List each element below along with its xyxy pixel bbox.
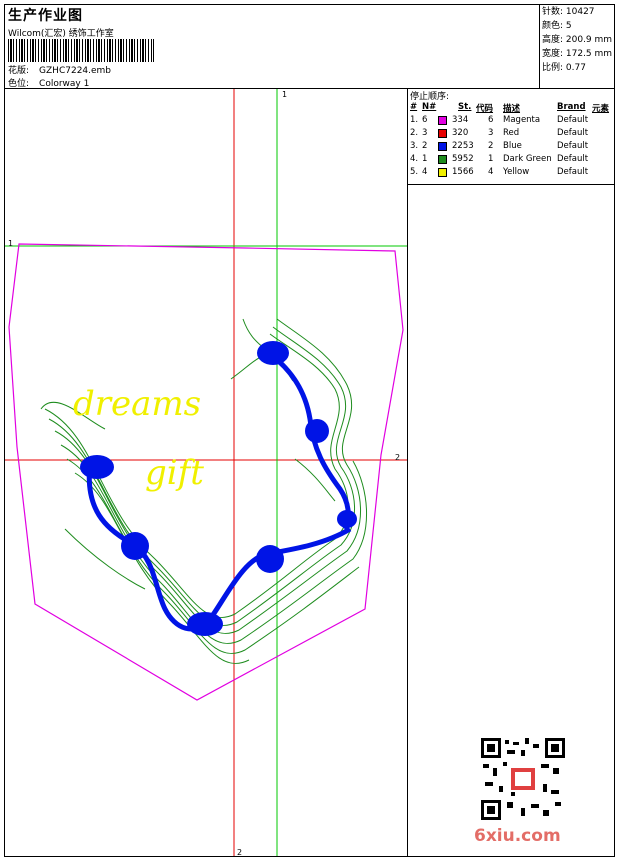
design-height: 高度: 200.9 mm bbox=[542, 35, 613, 45]
row-needle: 2 bbox=[422, 141, 428, 151]
stitch-count: 针数: 10427 bbox=[542, 7, 595, 17]
row-brand: Default bbox=[557, 167, 589, 177]
row-code: 4 bbox=[488, 167, 494, 177]
row-desc: Blue bbox=[503, 141, 522, 151]
color-swatch bbox=[438, 129, 447, 138]
guide-label-red-h: 2 bbox=[395, 453, 400, 462]
color-swatch bbox=[438, 155, 447, 164]
design-file-value: GZHC7224.emb bbox=[39, 66, 112, 76]
row-needle: 3 bbox=[422, 128, 428, 138]
row-needle: 6 bbox=[422, 115, 428, 125]
header-info: 生产作业图 Wilcom(汇宏) 绣饰工作室 花版: GZHC7224.emb 色… bbox=[5, 5, 539, 89]
col-element: 元素 bbox=[592, 104, 610, 114]
legend-row: 5. 4 1566 4 Yellow Default bbox=[408, 167, 615, 180]
row-num: 4. bbox=[410, 154, 419, 164]
color-count: 颜色: 5 bbox=[542, 21, 572, 31]
col-desc: 描述 bbox=[503, 104, 521, 114]
color-swatch bbox=[438, 168, 447, 177]
color-swatch bbox=[438, 142, 447, 151]
row-brand: Default bbox=[557, 154, 589, 164]
design-scale: 比例: 0.77 bbox=[542, 63, 586, 73]
legend-header: # N# St. 代码 描述 Brand 元素 bbox=[408, 102, 615, 115]
row-code: 6 bbox=[488, 115, 494, 125]
color-swatch bbox=[438, 116, 447, 125]
panel-divider bbox=[407, 88, 408, 857]
col-brand: Brand bbox=[557, 102, 586, 112]
col-needle: N# bbox=[422, 102, 437, 112]
legend-row: 3. 2 2253 2 Blue Default bbox=[408, 141, 615, 154]
page-title: 生产作业图 bbox=[8, 8, 83, 24]
row-desc: Red bbox=[503, 128, 520, 138]
guide-label-green-v: 1 bbox=[282, 90, 287, 99]
design-file-row: 花版: GZHC7224.emb bbox=[8, 63, 111, 76]
row-num: 1. bbox=[410, 115, 419, 125]
row-desc: Dark Green bbox=[503, 154, 552, 164]
row-stitches: 334 bbox=[452, 115, 469, 125]
row-brand: Default bbox=[557, 141, 589, 151]
row-stitches: 5952 bbox=[452, 154, 474, 164]
guide-label-green-h: 1 bbox=[8, 239, 13, 248]
row-stitches: 320 bbox=[452, 128, 469, 138]
row-brand: Default bbox=[557, 128, 589, 138]
text-gift: gift bbox=[145, 453, 204, 493]
design-canvas: 1 1 2 2 dreams gift bbox=[5, 89, 407, 856]
row-stitches: 1566 bbox=[452, 167, 474, 177]
qr-code bbox=[481, 738, 565, 820]
row-num: 2. bbox=[410, 128, 419, 138]
row-code: 1 bbox=[488, 154, 494, 164]
legend-row: 2. 3 320 3 Red Default bbox=[408, 128, 615, 141]
row-stitches: 2253 bbox=[452, 141, 474, 151]
design-width: 宽度: 172.5 mm bbox=[542, 49, 613, 59]
row-brand: Default bbox=[557, 115, 589, 125]
text-dreams: dreams bbox=[73, 384, 201, 424]
legend-row: 4. 1 5952 1 Dark Green Default bbox=[408, 154, 615, 167]
watermark: 6xiu.com bbox=[474, 826, 561, 846]
barcode bbox=[8, 39, 154, 62]
row-desc: Magenta bbox=[503, 115, 541, 125]
row-num: 3. bbox=[410, 141, 419, 151]
col-code: 代码 bbox=[476, 104, 494, 114]
legend-row: 1. 6 334 6 Magenta Default bbox=[408, 115, 615, 128]
guide-label-red-v: 2 bbox=[237, 848, 242, 856]
stats-panel: 针数: 10427 颜色: 5 高度: 200.9 mm 宽度: 172.5 m… bbox=[539, 5, 616, 89]
studio-name: Wilcom(汇宏) 绣饰工作室 bbox=[8, 29, 114, 39]
col-stitches: St. bbox=[458, 102, 472, 112]
row-needle: 1 bbox=[422, 154, 428, 164]
row-num: 5. bbox=[410, 167, 419, 177]
legend-title: 停止顺序: bbox=[410, 92, 450, 102]
row-desc: Yellow bbox=[503, 167, 530, 177]
col-num: # bbox=[410, 102, 418, 112]
stop-sequence-legend: 停止顺序: # N# St. 代码 描述 Brand 元素 1. 6 334 6 Mag… bbox=[408, 89, 615, 185]
row-code: 3 bbox=[488, 128, 494, 138]
design-file-label: 花版: bbox=[8, 66, 30, 76]
row-needle: 4 bbox=[422, 167, 428, 177]
row-code: 2 bbox=[488, 141, 494, 151]
